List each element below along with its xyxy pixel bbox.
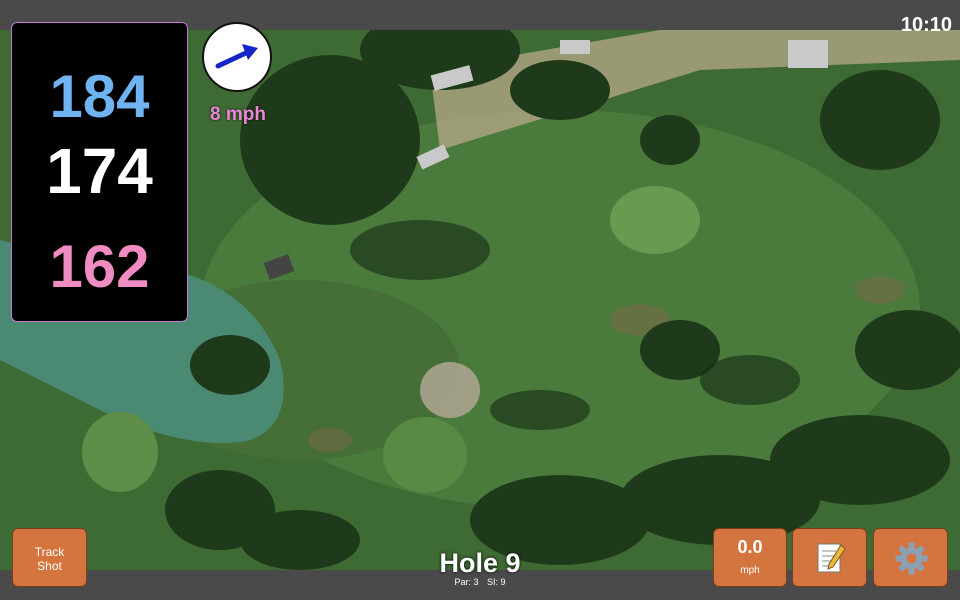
gear-icon (895, 542, 928, 575)
wind-speed-label: 8 mph (210, 104, 266, 125)
speed-button[interactable]: 0.0 mph (713, 528, 787, 587)
hole-title: Hole 9 (439, 548, 521, 578)
hole-info: Par: 3 SI: 9 (420, 577, 540, 587)
notes-button[interactable] (792, 528, 867, 587)
track-shot-button[interactable]: Track Shot (12, 528, 87, 587)
arrow-icon (215, 44, 258, 69)
settings-button[interactable] (873, 528, 948, 587)
hole-par: Par: 3 (454, 577, 479, 587)
middle-distance: 174 (46, 135, 153, 207)
speed-value: 0.0 (737, 537, 763, 557)
speed-unit: mph (740, 565, 760, 576)
track-shot-label-line1: Track (34, 545, 65, 559)
distance-panel: 184 174 162 (11, 22, 188, 322)
clock: 10:10 (900, 14, 952, 36)
back-distance: 184 (49, 63, 150, 130)
notepad-icon (817, 543, 846, 573)
wind-indicator (202, 22, 272, 92)
hole-stroke-index: SI: 9 (487, 577, 506, 587)
front-distance: 162 (49, 233, 150, 300)
track-shot-label-line2: Shot (37, 559, 62, 573)
